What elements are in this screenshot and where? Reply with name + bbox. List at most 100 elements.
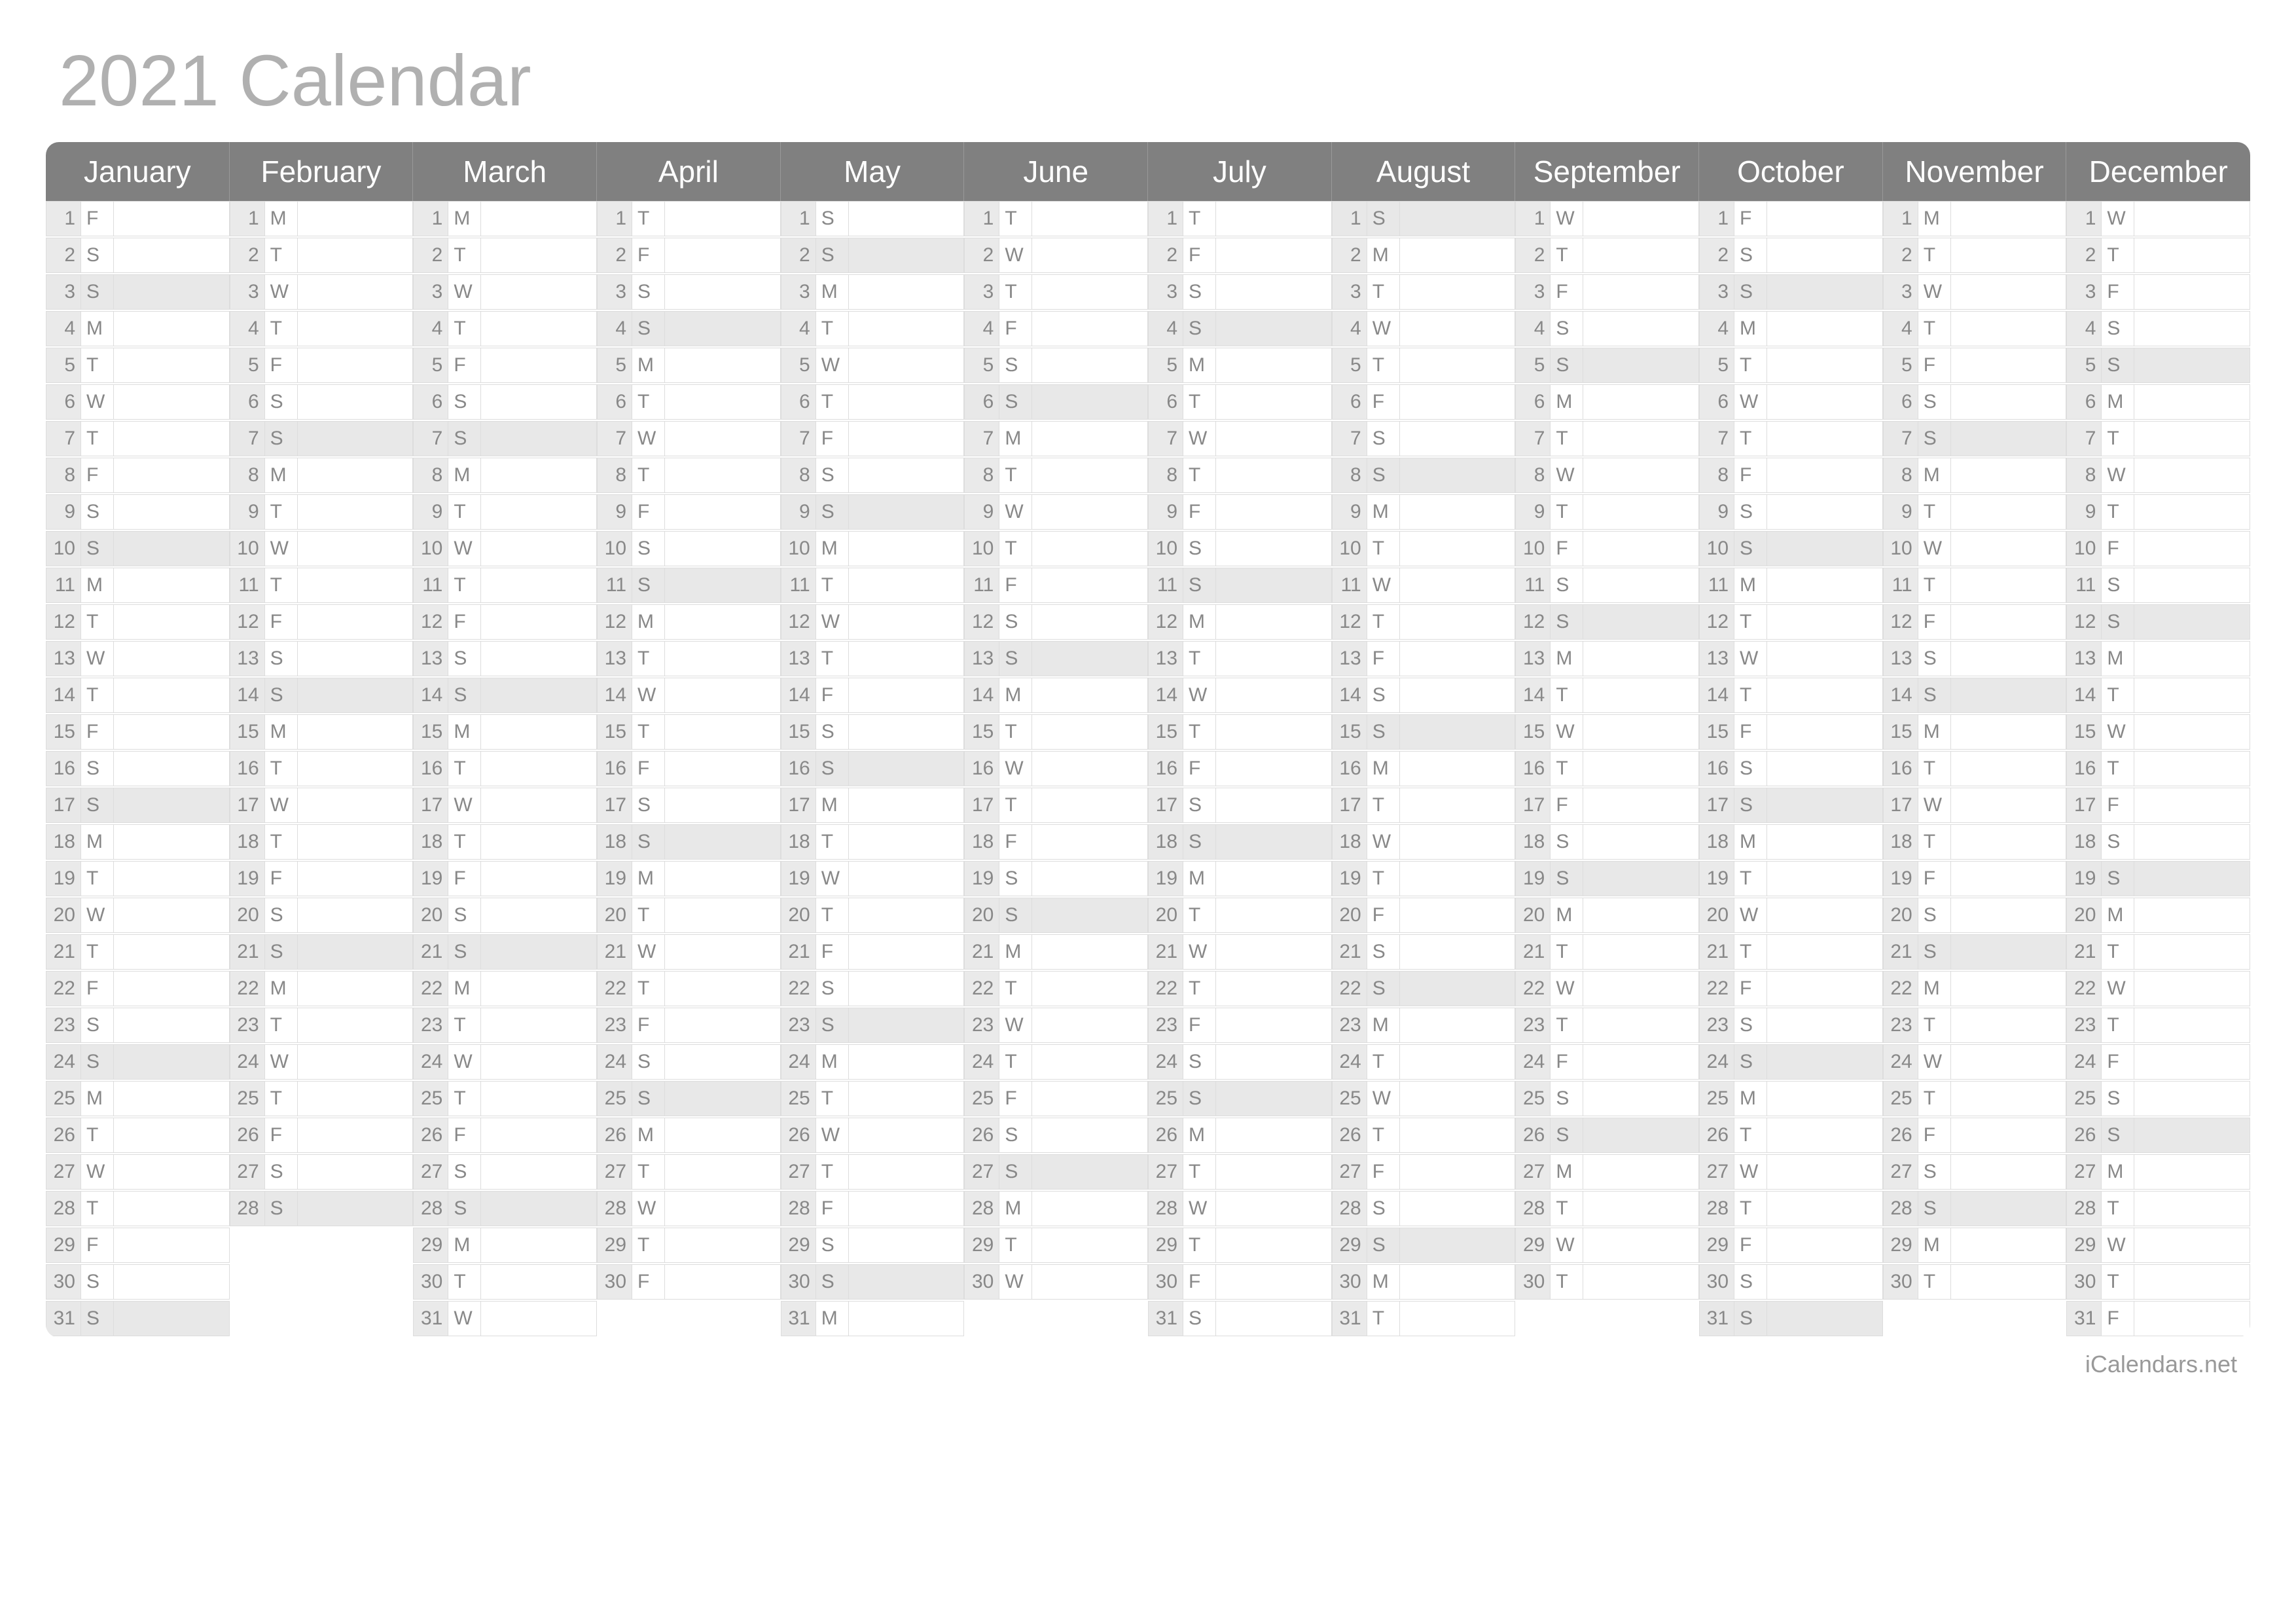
- day-of-week: F: [1183, 1264, 1216, 1300]
- day-note-space: [1583, 641, 1699, 676]
- day-number: 28: [413, 1191, 448, 1226]
- day-of-week: S: [999, 348, 1032, 383]
- day-of-week: F: [1367, 384, 1400, 420]
- day-cell: 10T: [964, 531, 1148, 568]
- day-cell: 16T: [230, 751, 414, 788]
- day-of-week: M: [632, 861, 665, 896]
- day-cell: 25S: [1515, 1081, 1699, 1118]
- day-note-space: [114, 714, 230, 750]
- day-note-space: [114, 1118, 230, 1153]
- day-of-week: F: [448, 604, 481, 640]
- day-of-week: T: [632, 714, 665, 750]
- day-cell: 20T: [1148, 898, 1332, 934]
- day-note-space: [1032, 494, 1148, 530]
- day-note-space: [849, 568, 965, 603]
- day-cell: 23T: [1883, 1008, 2067, 1044]
- day-cell: 14F: [781, 678, 965, 714]
- day-number: 26: [1699, 1118, 1734, 1153]
- day-cell: 13S: [230, 641, 414, 678]
- day-of-week: F: [2102, 531, 2134, 566]
- day-number: 16: [46, 751, 81, 786]
- day-cell: 6S: [230, 384, 414, 421]
- day-note-space: [1767, 568, 1883, 603]
- day-of-week: W: [1183, 1191, 1216, 1226]
- day-note-space: [665, 238, 781, 273]
- day-cell: 5S: [964, 348, 1148, 384]
- day-cell: 2F: [1148, 238, 1332, 274]
- day-note-space: [481, 421, 597, 456]
- page-title: 2021 Calendar: [59, 39, 2250, 122]
- day-number: 21: [46, 934, 81, 970]
- day-note-space: [298, 678, 414, 713]
- day-cell: 26F: [1883, 1118, 2067, 1154]
- day-cell: 18M: [46, 824, 230, 861]
- day-note-space: [1032, 568, 1148, 603]
- day-note-space: [1583, 238, 1699, 273]
- day-cell: 26T: [1699, 1118, 1883, 1154]
- day-cell: 15W: [2066, 714, 2250, 751]
- day-cell: 1S: [1332, 201, 1516, 238]
- day-cell: 18M: [1699, 824, 1883, 861]
- day-cell: 17F: [1515, 788, 1699, 824]
- day-of-week: S: [448, 1154, 481, 1190]
- day-note-space: [1400, 861, 1516, 896]
- day-note-space: [1951, 714, 2067, 750]
- month-column: August1S2M3T4W5T6F7S8S9M10T11W12T13F14S1…: [1332, 142, 1516, 1338]
- day-number: 5: [1883, 348, 1918, 383]
- day-of-week: S: [81, 1264, 114, 1300]
- day-of-week: S: [1183, 311, 1216, 346]
- day-note-space: [1032, 861, 1148, 896]
- day-of-week: W: [1183, 678, 1216, 713]
- day-note-space: [849, 384, 965, 420]
- day-of-week: F: [81, 201, 114, 236]
- day-number: 12: [1515, 604, 1551, 640]
- day-number: 20: [781, 898, 816, 933]
- day-number: 14: [597, 678, 632, 713]
- day-note-space: [481, 1228, 597, 1263]
- day-cell: 21T: [1699, 934, 1883, 971]
- day-note-space: [114, 641, 230, 676]
- day-note-space: [1583, 348, 1699, 383]
- day-cell: 5F: [1883, 348, 2067, 384]
- month-column: July1T2F3S4S5M6T7W8T9F10S11S12M13T14W15T…: [1148, 142, 1332, 1338]
- day-note-space: [481, 494, 597, 530]
- day-note-space: [1583, 1081, 1699, 1116]
- month-column: January1F2S3S4M5T6W7T8F9S10S11M12T13W14T…: [46, 142, 230, 1338]
- day-number: 27: [1515, 1154, 1551, 1190]
- day-cell: 8F: [46, 458, 230, 494]
- day-note-space: [1583, 494, 1699, 530]
- day-of-week: T: [1367, 1301, 1400, 1336]
- day-number: 15: [781, 714, 816, 750]
- day-of-week: S: [632, 1081, 665, 1116]
- day-note-space: [1951, 1118, 2067, 1153]
- day-cell: 16W: [964, 751, 1148, 788]
- day-number: 29: [1515, 1228, 1551, 1263]
- day-of-week: S: [1367, 1191, 1400, 1226]
- day-number: 26: [781, 1118, 816, 1153]
- month-column: May1S2S3M4T5W6T7F8S9S10M11T12W13T14F15S1…: [781, 142, 965, 1338]
- day-cell: 27T: [781, 1154, 965, 1191]
- day-note-space: [481, 751, 597, 786]
- day-number: 25: [597, 1081, 632, 1116]
- day-of-week: S: [1551, 861, 1583, 896]
- day-cell: 5W: [781, 348, 965, 384]
- day-of-week: T: [816, 1081, 849, 1116]
- day-of-week: W: [81, 1154, 114, 1190]
- day-cell: 28W: [1148, 1191, 1332, 1228]
- day-of-week: T: [1918, 1008, 1951, 1043]
- day-of-week: T: [2102, 1008, 2134, 1043]
- day-of-week: S: [1183, 788, 1216, 823]
- day-number: 21: [1148, 934, 1183, 970]
- day-note-space: [665, 311, 781, 346]
- day-note-space: [849, 421, 965, 456]
- day-number: 23: [1883, 1008, 1918, 1043]
- day-cell: 25T: [413, 1081, 597, 1118]
- day-of-week: W: [448, 531, 481, 566]
- day-note-space: [1767, 678, 1883, 713]
- day-cell: 10S: [1699, 531, 1883, 568]
- day-cell: 5M: [597, 348, 781, 384]
- day-cell: 7S: [1332, 421, 1516, 458]
- day-cell: 10F: [2066, 531, 2250, 568]
- day-number: 19: [46, 861, 81, 896]
- day-note-space: [298, 1118, 414, 1153]
